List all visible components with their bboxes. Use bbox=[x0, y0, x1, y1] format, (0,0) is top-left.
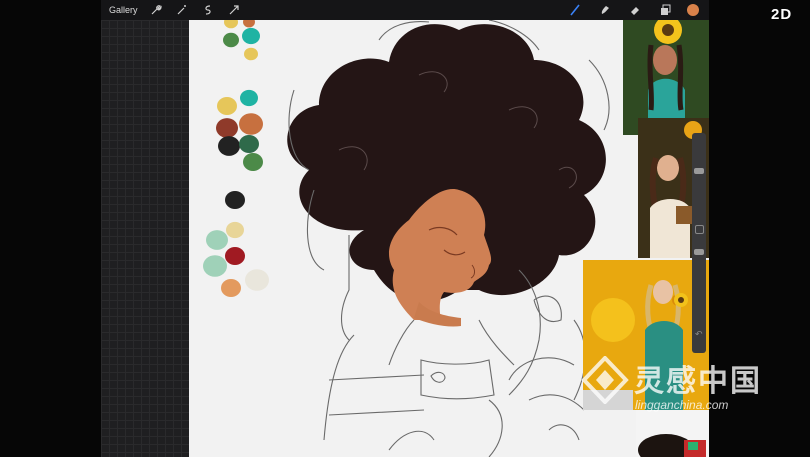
palette-swatch bbox=[217, 97, 237, 115]
top-toolbar: Gallery bbox=[101, 0, 709, 20]
brush-size-slider[interactable]: ↶ bbox=[692, 133, 706, 353]
palette-swatch bbox=[226, 221, 244, 239]
palette-swatch bbox=[240, 89, 258, 107]
palette-swatch bbox=[244, 47, 258, 61]
undo-icon[interactable]: ↶ bbox=[695, 329, 703, 340]
palette-swatch bbox=[239, 113, 263, 135]
palette-swatch bbox=[242, 27, 260, 45]
modify-button[interactable] bbox=[695, 225, 704, 234]
transform-arrow-icon[interactable] bbox=[226, 2, 242, 18]
watermark: 灵感中国 lingganchina.com bbox=[580, 355, 760, 412]
active-color-swatch[interactable] bbox=[687, 4, 699, 16]
channel-logo: 2D bbox=[771, 6, 793, 23]
palette-swatch bbox=[203, 255, 227, 277]
layers-icon[interactable] bbox=[657, 2, 673, 18]
palette-swatch bbox=[218, 136, 240, 156]
palette-swatch bbox=[225, 247, 245, 265]
selection-icon[interactable] bbox=[200, 2, 216, 18]
gallery-button[interactable]: Gallery bbox=[109, 5, 138, 15]
watermark-cn: 灵感中国 bbox=[634, 365, 762, 398]
size-knob[interactable] bbox=[694, 168, 704, 174]
opacity-knob[interactable] bbox=[694, 249, 704, 255]
brush-icon[interactable] bbox=[567, 2, 583, 18]
palette-swatch bbox=[216, 118, 238, 138]
palette-swatch bbox=[224, 20, 238, 29]
palette-swatch bbox=[221, 279, 241, 297]
palette-swatch bbox=[206, 230, 228, 250]
smudge-icon[interactable] bbox=[597, 2, 613, 18]
eraser-icon[interactable] bbox=[627, 2, 643, 18]
magic-wand-icon[interactable] bbox=[174, 2, 190, 18]
letterbox-left bbox=[0, 0, 101, 457]
palette-swatch bbox=[223, 32, 239, 48]
watermark-logo-icon bbox=[581, 355, 629, 405]
palette-swatch bbox=[243, 20, 255, 28]
palette-swatch bbox=[245, 269, 269, 291]
reference-image-1[interactable] bbox=[623, 0, 709, 135]
watermark-url: lingganchina.com bbox=[635, 398, 729, 412]
palette-swatch bbox=[225, 191, 245, 209]
reference-image-4[interactable] bbox=[636, 410, 709, 457]
palette-swatch bbox=[243, 153, 263, 171]
workspace-background bbox=[101, 20, 189, 457]
color-palette bbox=[203, 20, 269, 297]
palette-swatch bbox=[239, 135, 259, 153]
wrench-icon[interactable] bbox=[148, 2, 164, 18]
